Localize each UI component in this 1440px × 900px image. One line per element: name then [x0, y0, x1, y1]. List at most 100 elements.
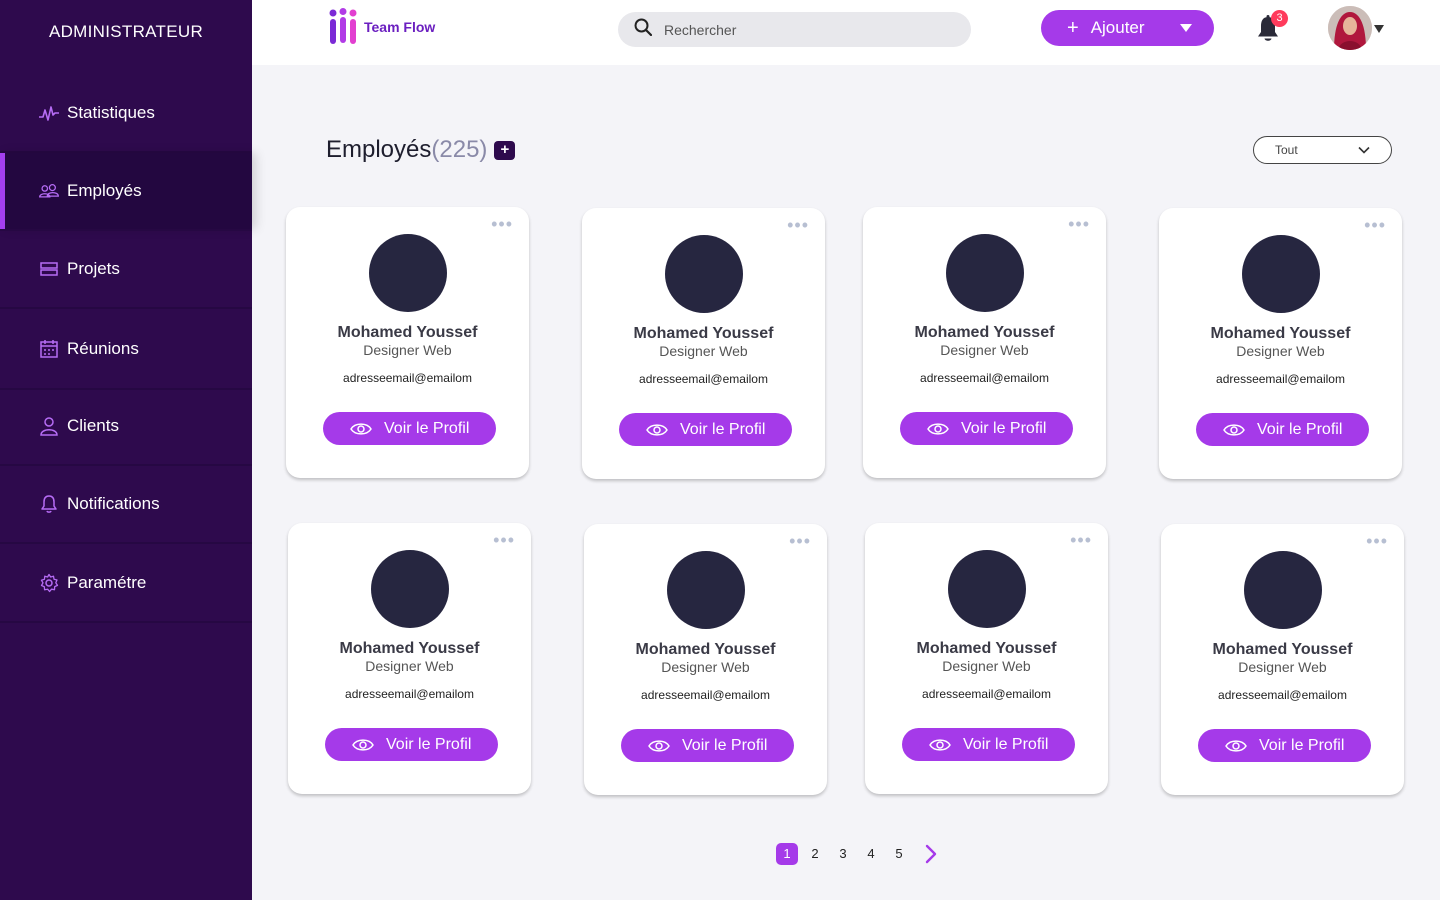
more-options-icon[interactable]: ••• — [493, 531, 515, 549]
sidebar-item-label: Réunions — [67, 339, 139, 358]
view-profile-label: Voir le Profil — [682, 736, 768, 754]
eye-icon — [646, 423, 668, 437]
employee-role: Designer Web — [1238, 659, 1327, 675]
add-employee-button[interactable]: + — [494, 140, 516, 160]
employee-count: (225) — [431, 136, 488, 163]
sidebar-item-employes[interactable]: Employés — [0, 153, 252, 229]
employee-role: Designer Web — [659, 343, 748, 359]
search-bar[interactable] — [618, 12, 971, 47]
employee-name: Mohamed Youssef — [635, 641, 776, 658]
eye-icon — [350, 422, 372, 436]
view-profile-button[interactable]: Voir le Profil — [902, 728, 1075, 761]
page-button-3[interactable]: 3 — [832, 843, 854, 865]
logo[interactable]: Team Flow — [328, 8, 435, 46]
view-profile-button[interactable]: Voir le Profil — [619, 413, 792, 446]
more-options-icon[interactable]: ••• — [1068, 215, 1090, 233]
view-profile-button[interactable]: Voir le Profil — [325, 728, 498, 761]
employee-name: Mohamed Youssef — [339, 640, 480, 657]
filter-value: Tout — [1275, 143, 1298, 157]
page-title: Employés (225) + — [326, 136, 516, 164]
calendar-icon — [38, 338, 60, 360]
employee-role: Designer Web — [1236, 343, 1325, 359]
view-profile-label: Voir le Profil — [384, 419, 470, 437]
employee-avatar — [665, 235, 743, 313]
more-options-icon[interactable]: ••• — [789, 532, 811, 550]
eye-icon — [352, 738, 374, 752]
page-button-4[interactable]: 4 — [860, 843, 882, 865]
page-button-5[interactable]: 5 — [888, 843, 910, 865]
divider — [0, 621, 252, 623]
view-profile-button[interactable]: Voir le Profil — [1196, 413, 1369, 446]
employee-name: Mohamed Youssef — [914, 324, 1055, 341]
sidebar: ADMINISTRATEUR Statistiques Employés Pro… — [0, 0, 252, 900]
employee-card: ••• Mohamed Youssef Designer Web adresse… — [1159, 208, 1402, 479]
user-avatar[interactable] — [1328, 6, 1372, 50]
top-header: Team Flow + Ajouter 3 — [252, 0, 1440, 65]
view-profile-button[interactable]: Voir le Profil — [900, 412, 1073, 445]
filter-select[interactable]: Tout — [1253, 136, 1392, 164]
view-profile-label: Voir le Profil — [961, 419, 1047, 437]
sidebar-item-clients[interactable]: Clients — [0, 388, 252, 464]
employee-avatar — [946, 234, 1024, 312]
activity-icon — [38, 102, 60, 124]
employee-email: adresseemail@emailom — [1216, 372, 1345, 386]
divider — [0, 307, 252, 309]
view-profile-label: Voir le Profil — [1259, 736, 1345, 754]
employee-email: adresseemail@emailom — [641, 688, 770, 702]
view-profile-button[interactable]: Voir le Profil — [323, 412, 496, 445]
employee-role: Designer Web — [365, 658, 454, 674]
employee-name: Mohamed Youssef — [1210, 325, 1351, 342]
sidebar-item-label: Notifications — [67, 494, 160, 513]
sidebar-item-reunions[interactable]: Réunions — [0, 311, 252, 387]
notification-badge: 3 — [1271, 10, 1288, 27]
employee-email: adresseemail@emailom — [345, 687, 474, 701]
team-flow-logo-icon — [329, 8, 357, 44]
more-options-icon[interactable]: ••• — [1070, 531, 1092, 549]
add-button[interactable]: + Ajouter — [1041, 10, 1214, 46]
more-options-icon[interactable]: ••• — [1366, 532, 1388, 550]
employee-avatar — [948, 550, 1026, 628]
sidebar-item-notifications[interactable]: Notifications — [0, 466, 252, 542]
view-profile-label: Voir le Profil — [386, 735, 472, 753]
view-profile-button[interactable]: Voir le Profil — [621, 729, 794, 762]
eye-icon — [927, 422, 949, 436]
sidebar-item-label: Clients — [67, 416, 119, 435]
employee-avatar — [371, 550, 449, 628]
page-button-1[interactable]: 1 — [776, 843, 798, 865]
sidebar-item-projets[interactable]: Projets — [0, 231, 252, 307]
employee-card: ••• Mohamed Youssef Designer Web adresse… — [1161, 524, 1404, 795]
caret-down-icon[interactable] — [1180, 24, 1192, 32]
sidebar-item-label: Statistiques — [67, 103, 155, 122]
avatar-caret-down-icon[interactable] — [1374, 25, 1384, 33]
more-options-icon[interactable]: ••• — [491, 215, 513, 233]
more-options-icon[interactable]: ••• — [1364, 216, 1386, 234]
sidebar-item-statistiques[interactable]: Statistiques — [0, 75, 252, 151]
search-input[interactable] — [664, 21, 934, 38]
next-page-chevron-icon[interactable] — [920, 843, 942, 865]
employee-avatar — [1244, 551, 1322, 629]
employee-card: ••• Mohamed Youssef Designer Web adresse… — [582, 208, 825, 479]
user-icon — [38, 415, 60, 437]
more-options-icon[interactable]: ••• — [787, 216, 809, 234]
employee-name: Mohamed Youssef — [1212, 641, 1353, 658]
sidebar-item-label: Employés — [67, 181, 142, 200]
employee-email: adresseemail@emailom — [1218, 688, 1347, 702]
bell-icon — [38, 493, 60, 515]
employee-role: Designer Web — [940, 342, 1029, 358]
employee-email: adresseemail@emailom — [922, 687, 1051, 701]
layers-icon — [38, 258, 60, 280]
employee-name: Mohamed Youssef — [916, 640, 1057, 657]
employee-name: Mohamed Youssef — [337, 324, 478, 341]
sidebar-item-parametre[interactable]: Paramétre — [0, 545, 252, 621]
employee-card: ••• Mohamed Youssef Designer Web adresse… — [863, 207, 1106, 478]
employee-role: Designer Web — [661, 659, 750, 675]
add-button-label: Ajouter — [1090, 18, 1145, 37]
employee-email: adresseemail@emailom — [639, 372, 768, 386]
employee-role: Designer Web — [942, 658, 1031, 674]
eye-icon — [648, 739, 670, 753]
page-button-2[interactable]: 2 — [804, 843, 826, 865]
eye-icon — [1225, 739, 1247, 753]
view-profile-button[interactable]: Voir le Profil — [1198, 729, 1371, 762]
employee-role: Designer Web — [363, 342, 452, 358]
employee-card: ••• Mohamed Youssef Designer Web adresse… — [286, 207, 529, 478]
